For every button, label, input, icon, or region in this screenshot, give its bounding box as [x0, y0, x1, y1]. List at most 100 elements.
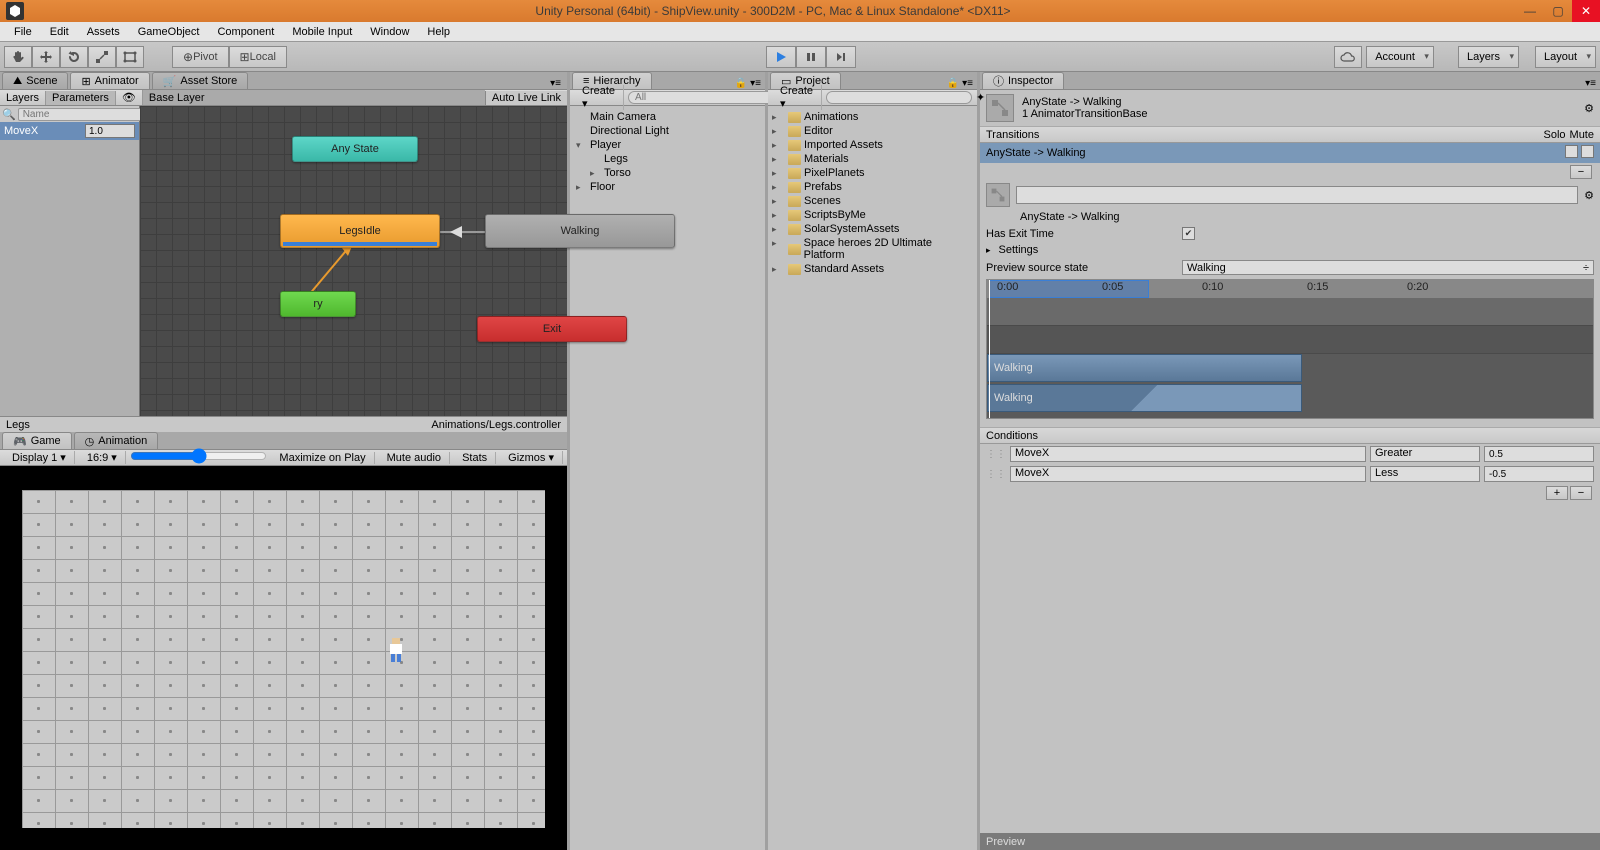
gear-icon[interactable]: ⚙ — [1584, 189, 1594, 202]
drag-handle-icon[interactable]: ⋮⋮ — [986, 469, 1006, 480]
stats-toggle[interactable]: Stats — [454, 452, 496, 464]
condition-param-dropdown[interactable]: MoveX — [1010, 446, 1366, 462]
close-button[interactable]: ✕ — [1572, 0, 1600, 22]
menu-mobileinput[interactable]: Mobile Input — [284, 24, 360, 40]
node-walking[interactable]: Walking — [485, 214, 675, 248]
hierarchy-item[interactable]: ▸Floor — [572, 180, 763, 194]
param-value-input[interactable] — [85, 124, 135, 138]
project-folder[interactable]: ▸Prefabs — [770, 180, 975, 194]
condition-op-dropdown[interactable]: Greater — [1370, 446, 1480, 462]
hierarchy-search-input[interactable] — [628, 91, 774, 104]
param-row-movex[interactable]: MoveX — [0, 122, 139, 140]
display-dropdown[interactable]: Display 1 ▾ — [4, 451, 75, 464]
tab-animation[interactable]: ◷ Animation — [74, 432, 159, 449]
local-toggle[interactable]: ⊞ Local — [229, 46, 287, 68]
layout-dropdown[interactable]: Layout — [1535, 46, 1596, 68]
add-condition-button[interactable]: + — [1546, 486, 1568, 500]
param-search-input[interactable] — [18, 108, 160, 121]
node-legs-idle[interactable]: LegsIdle — [280, 214, 440, 248]
project-folder[interactable]: ▸SolarSystemAssets — [770, 222, 975, 236]
project-folder[interactable]: ▸Materials — [770, 152, 975, 166]
gizmos-dropdown[interactable]: Gizmos ▾ — [500, 451, 563, 464]
rotate-tool[interactable] — [60, 46, 88, 68]
hierarchy-item[interactable]: ▾Player — [572, 138, 763, 152]
remove-condition-button[interactable]: − — [1570, 486, 1592, 500]
menu-component[interactable]: Component — [209, 24, 282, 40]
scale-tool[interactable] — [88, 46, 116, 68]
pause-button[interactable] — [796, 46, 826, 68]
step-button[interactable] — [826, 46, 856, 68]
condition-value-input[interactable] — [1484, 446, 1594, 462]
hand-tool[interactable] — [4, 46, 32, 68]
preview-source-dropdown[interactable]: Walking÷ — [1182, 260, 1594, 275]
rect-tool[interactable] — [116, 46, 144, 68]
eye-icon[interactable]: 👁 — [116, 90, 143, 105]
node-any-state[interactable]: Any State — [292, 136, 418, 162]
auto-live-link-toggle[interactable]: Auto Live Link — [485, 91, 567, 105]
aspect-dropdown[interactable]: 16:9 ▾ — [79, 451, 126, 464]
play-button[interactable] — [766, 46, 796, 68]
timeline-clip[interactable]: Walking — [987, 384, 1302, 412]
tab-scene[interactable]: ⛰ Scene — [2, 72, 68, 89]
project-folder[interactable]: ▸PixelPlanets — [770, 166, 975, 180]
solo-checkbox[interactable] — [1565, 145, 1578, 158]
menu-gameobject[interactable]: GameObject — [130, 24, 208, 40]
remove-transition-button[interactable]: − — [1570, 165, 1592, 179]
timeline-clip[interactable]: Walking — [987, 354, 1302, 382]
tab-animator[interactable]: ⊞ Animator — [70, 72, 149, 89]
pivot-toggle[interactable]: ⊕ Pivot — [172, 46, 229, 68]
minimize-button[interactable]: — — [1516, 0, 1544, 22]
drag-handle-icon[interactable]: ⋮⋮ — [986, 449, 1006, 460]
playhead[interactable] — [989, 280, 990, 418]
animator-parameters-tab[interactable]: Parameters — [46, 91, 116, 105]
maximize-on-play-toggle[interactable]: Maximize on Play — [271, 452, 374, 464]
animator-graph-canvas[interactable]: Any State LegsIdle Walking ry Exit — [140, 106, 567, 416]
tab-inspector[interactable]: ⓘ Inspector — [982, 72, 1064, 89]
project-folder[interactable]: ▸Imported Assets — [770, 138, 975, 152]
project-folder[interactable]: ▸Scenes — [770, 194, 975, 208]
mute-checkbox[interactable] — [1581, 145, 1594, 158]
tab-menu-icon[interactable]: ▾≡ — [544, 78, 567, 89]
project-folder[interactable]: ▸Animations — [770, 110, 975, 124]
layers-dropdown[interactable]: Layers — [1458, 46, 1519, 68]
animator-layers-tab[interactable]: Layers — [0, 91, 46, 105]
condition-param-dropdown[interactable]: MoveX — [1010, 466, 1366, 482]
account-dropdown[interactable]: Account — [1366, 46, 1434, 68]
hierarchy-item[interactable]: Main Camera — [572, 110, 763, 124]
transition-list-item[interactable]: AnyState -> Walking — [980, 143, 1600, 163]
project-folder[interactable]: ▸Editor — [770, 124, 975, 138]
settings-foldout[interactable]: Settings — [999, 244, 1039, 256]
hierarchy-item[interactable]: ▸Torso — [572, 166, 763, 180]
menu-help[interactable]: Help — [419, 24, 458, 40]
project-folder[interactable]: ▸ScriptsByMe — [770, 208, 975, 222]
gear-icon[interactable]: ⚙ — [1584, 102, 1594, 115]
maximize-button[interactable]: ▢ — [1544, 0, 1572, 22]
inspector-menu-icon[interactable]: ▾≡ — [1581, 78, 1600, 89]
project-folder[interactable]: ▸Standard Assets — [770, 262, 975, 276]
node-entry[interactable]: ry — [280, 291, 356, 317]
hierarchy-item[interactable]: Legs — [572, 152, 763, 166]
hierarchy-menu-icon[interactable]: 🔒 ▾≡ — [731, 78, 765, 89]
condition-op-dropdown[interactable]: Less — [1370, 466, 1480, 482]
game-scale-slider[interactable] — [130, 451, 268, 461]
tab-game[interactable]: 🎮 Game — [2, 432, 72, 449]
cloud-button[interactable] — [1334, 46, 1362, 68]
move-tool[interactable] — [32, 46, 60, 68]
menu-window[interactable]: Window — [362, 24, 417, 40]
preview-bar[interactable]: Preview — [980, 833, 1600, 850]
project-search-input[interactable] — [826, 91, 972, 104]
has-exit-time-checkbox[interactable]: ✔ — [1182, 227, 1195, 240]
project-menu-icon[interactable]: 🔒 ▾≡ — [943, 78, 977, 89]
hierarchy-item[interactable]: Directional Light — [572, 124, 763, 138]
menu-file[interactable]: File — [6, 24, 40, 40]
transition-name-input[interactable] — [1016, 186, 1578, 204]
menu-assets[interactable]: Assets — [79, 24, 128, 40]
mute-audio-toggle[interactable]: Mute audio — [379, 452, 450, 464]
menu-edit[interactable]: Edit — [42, 24, 77, 40]
tab-asset-store[interactable]: 🛒 Asset Store — [152, 72, 249, 89]
transition-timeline[interactable]: 0:00 0:05 0:10 0:15 0:20 Walking Walking — [986, 279, 1594, 419]
project-folder[interactable]: ▸Space heroes 2D Ultimate Platform — [770, 236, 975, 262]
animator-breadcrumb[interactable]: Base Layer — [143, 90, 485, 105]
node-exit[interactable]: Exit — [477, 316, 627, 342]
condition-value-input[interactable] — [1484, 466, 1594, 482]
